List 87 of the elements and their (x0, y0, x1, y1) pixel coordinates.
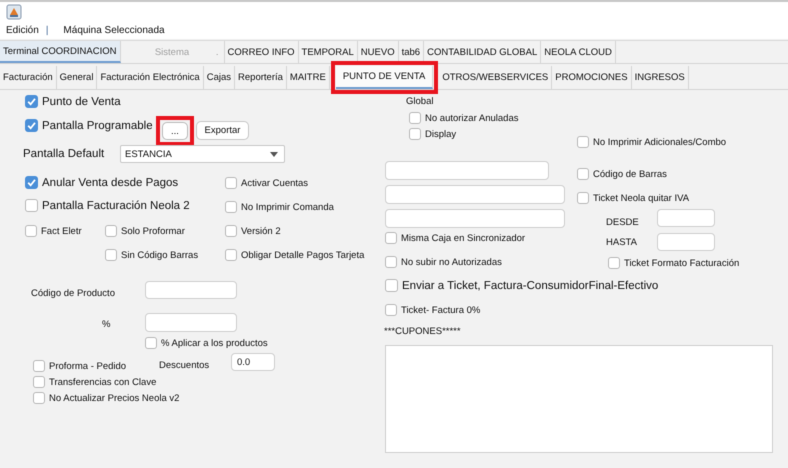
tab[interactable]: Facturación (0, 66, 57, 89)
checkbox-label: Pantalla Facturación Neola 2 (42, 200, 190, 212)
tab[interactable]: MAITRE (286, 66, 330, 89)
checkbox-label: No Imprimir Comanda (241, 202, 334, 212)
checkbox-label: Enviar a Ticket, Factura-ConsumidorFinal-Efectivo (402, 280, 658, 292)
checkbox-label: Transferencias con Clave (49, 376, 156, 388)
tab[interactable]: Reportería (235, 66, 287, 89)
checkbox[interactable] (33, 360, 45, 372)
field-label: % (102, 319, 110, 330)
field-label: Pantalla Default (23, 148, 104, 160)
field-label: Global (406, 96, 434, 107)
checkbox[interactable] (33, 392, 45, 404)
checkbox[interactable] (225, 201, 237, 213)
tab[interactable]: Terminal COORDINACION (0, 41, 120, 63)
checkbox-label: Solo Proformar (121, 226, 185, 236)
field-label: Descuentos (159, 360, 210, 371)
checkbox[interactable] (385, 304, 397, 316)
button[interactable]: Exportar (196, 121, 249, 140)
input-field[interactable] (385, 185, 565, 204)
text-area[interactable] (385, 345, 773, 453)
checkbox[interactable] (25, 199, 38, 212)
checkbox-label: No autorizar Anuladas (425, 112, 518, 124)
button[interactable]: ... (162, 122, 188, 140)
checkbox-label: Ticket Formato Facturación (624, 258, 740, 268)
input-field[interactable] (657, 233, 715, 251)
tab[interactable]: Cajas (204, 66, 236, 89)
checkbox[interactable] (385, 279, 398, 292)
checkbox[interactable] (409, 112, 421, 124)
checkbox[interactable] (409, 128, 421, 140)
checkbox-label: Código de Barras (593, 168, 667, 180)
checkbox[interactable] (608, 257, 620, 269)
menu-separator: | (46, 25, 48, 36)
app-icon (6, 4, 22, 20)
checkbox-label: Display (425, 128, 456, 140)
field-label: ***CUPONES***** (384, 326, 461, 337)
tab[interactable]: General (56, 66, 98, 89)
tab[interactable]: CORREO INFO (224, 41, 299, 63)
checkbox[interactable] (225, 225, 237, 237)
checkbox[interactable] (33, 376, 45, 388)
checkbox-label: Pantalla Programable (42, 120, 153, 132)
checkbox-label: Ticket- Factura 0% (401, 304, 480, 316)
dropdown[interactable]: ESTANCIA (120, 145, 285, 163)
checkbox-label: Ticket Neola quitar IVA (593, 192, 690, 204)
field-label: DESDE (606, 217, 639, 228)
checkbox[interactable] (577, 168, 589, 180)
checkbox[interactable] (385, 256, 397, 268)
input-field[interactable] (385, 209, 565, 228)
tab[interactable]: NEOLA CLOUD (541, 41, 616, 63)
checkbox-label: Proforma - Pedido (49, 360, 126, 372)
input-field[interactable] (385, 161, 549, 180)
input-field[interactable] (145, 313, 237, 332)
checkbox[interactable] (25, 119, 38, 132)
checkbox[interactable] (385, 232, 397, 244)
tab[interactable]: Facturación Electrónica (97, 66, 204, 89)
checkbox-label: No Imprimir Adicionales/Combo (593, 136, 726, 148)
input-field[interactable] (145, 281, 237, 299)
checkbox-label: No Actualizar Precios Neola v2 (49, 392, 180, 404)
checkbox-label: Punto de Venta (42, 96, 121, 108)
checkbox[interactable] (105, 225, 117, 237)
menu-item[interactable]: Máquina Seleccionada (63, 25, 165, 36)
menu-item[interactable]: Edición (6, 25, 39, 36)
checkbox[interactable] (25, 176, 38, 189)
checkbox[interactable] (25, 225, 37, 237)
checkbox[interactable] (225, 249, 237, 261)
input-field[interactable] (657, 209, 715, 227)
checkbox-label: Misma Caja en Sincronizador (401, 232, 526, 244)
checkbox[interactable] (25, 95, 38, 108)
checkbox[interactable] (577, 192, 589, 204)
tab[interactable]: OTROS/WEBSERVICES (439, 66, 552, 89)
checkbox-label: Versión 2 (241, 226, 281, 236)
field-label: HASTA (606, 237, 637, 248)
checkbox[interactable] (105, 249, 117, 261)
checkbox-label: Fact Eletr (41, 226, 82, 236)
tab[interactable]: PROMOCIONES (552, 66, 632, 89)
dropdown-arrow-icon (270, 152, 278, 156)
checkbox-label: Obligar Detalle Pagos Tarjeta (241, 250, 364, 260)
checkbox-label: Activar Cuentas (241, 178, 308, 188)
field-label: Código de Producto (31, 288, 115, 299)
checkbox-label: No subir no Autorizadas (401, 256, 502, 268)
tab[interactable]: INGRESOS (632, 66, 689, 89)
checkbox[interactable] (577, 136, 589, 148)
input-field[interactable]: 0.0 (231, 353, 275, 371)
checkbox-label: Anular Venta desde Pagos (42, 176, 178, 188)
checkbox[interactable] (145, 337, 157, 349)
checkbox-label: % Aplicar a los productos (161, 338, 268, 348)
checkbox[interactable] (225, 177, 237, 189)
checkbox-label: Sin Código Barras (121, 250, 198, 260)
